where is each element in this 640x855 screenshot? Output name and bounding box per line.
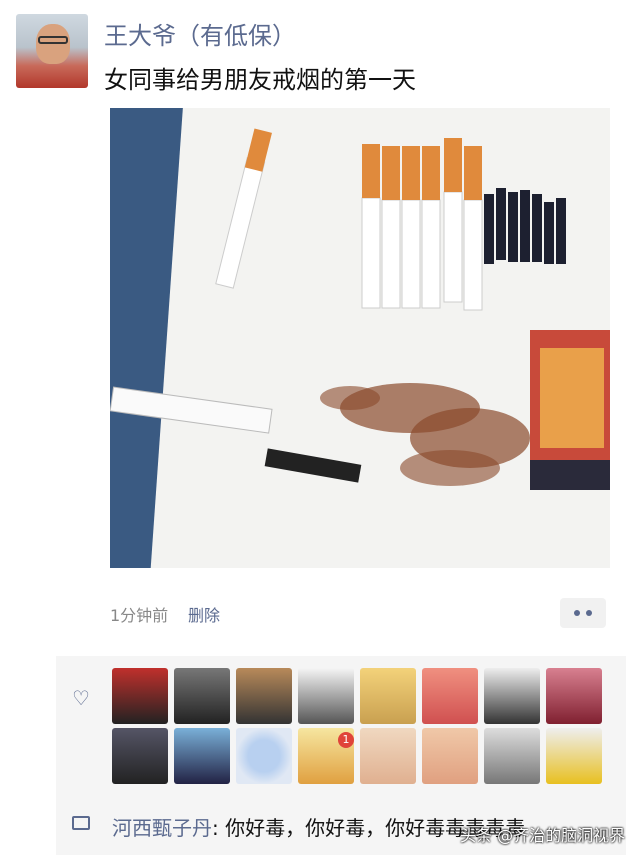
cigarette-row (361, 138, 483, 311)
like-avatar[interactable] (174, 668, 230, 724)
comment-separator: : (212, 816, 219, 840)
post-text: 女同事给男朋友戒烟的第一天 (104, 66, 416, 94)
black-filters (484, 188, 566, 264)
cigarette-box (530, 330, 610, 490)
single-cigarette (215, 128, 272, 289)
like-avatar[interactable] (546, 668, 602, 724)
like-avatar[interactable] (298, 668, 354, 724)
author-name[interactable]: 王大爷（有低保） (104, 16, 296, 51)
like-avatar[interactable] (422, 728, 478, 784)
photo-cigarettes (110, 128, 610, 490)
delete-link[interactable]: 删除 (188, 602, 220, 626)
like-avatar[interactable] (360, 668, 416, 724)
like-avatar[interactable] (360, 728, 416, 784)
dot-icon (574, 610, 580, 616)
like-avatar[interactable] (546, 728, 602, 784)
heart-icon: ♡ (72, 686, 90, 710)
watermark: 头条 @齐治的脑洞视界 (460, 826, 626, 845)
author-avatar[interactable] (16, 14, 88, 88)
avatar-glasses (38, 36, 68, 44)
post-photo[interactable] (110, 108, 610, 568)
like-avatar[interactable] (236, 668, 292, 724)
commenter-name[interactable]: 河西甄子丹 (112, 816, 212, 840)
like-avatar[interactable] (174, 728, 230, 784)
like-avatar[interactable] (484, 728, 540, 784)
comment-icon (72, 816, 90, 830)
like-avatar[interactable] (484, 668, 540, 724)
like-avatar[interactable] (112, 668, 168, 724)
like-avatar[interactable] (422, 668, 478, 724)
like-avatar[interactable] (112, 728, 168, 784)
dot-icon (586, 610, 592, 616)
post-time: 1分钟前 (110, 606, 169, 625)
like-avatar[interactable] (236, 728, 292, 784)
avatar-face (36, 24, 70, 64)
notification-badge: 1 (338, 732, 354, 748)
more-options-button[interactable] (560, 598, 606, 628)
